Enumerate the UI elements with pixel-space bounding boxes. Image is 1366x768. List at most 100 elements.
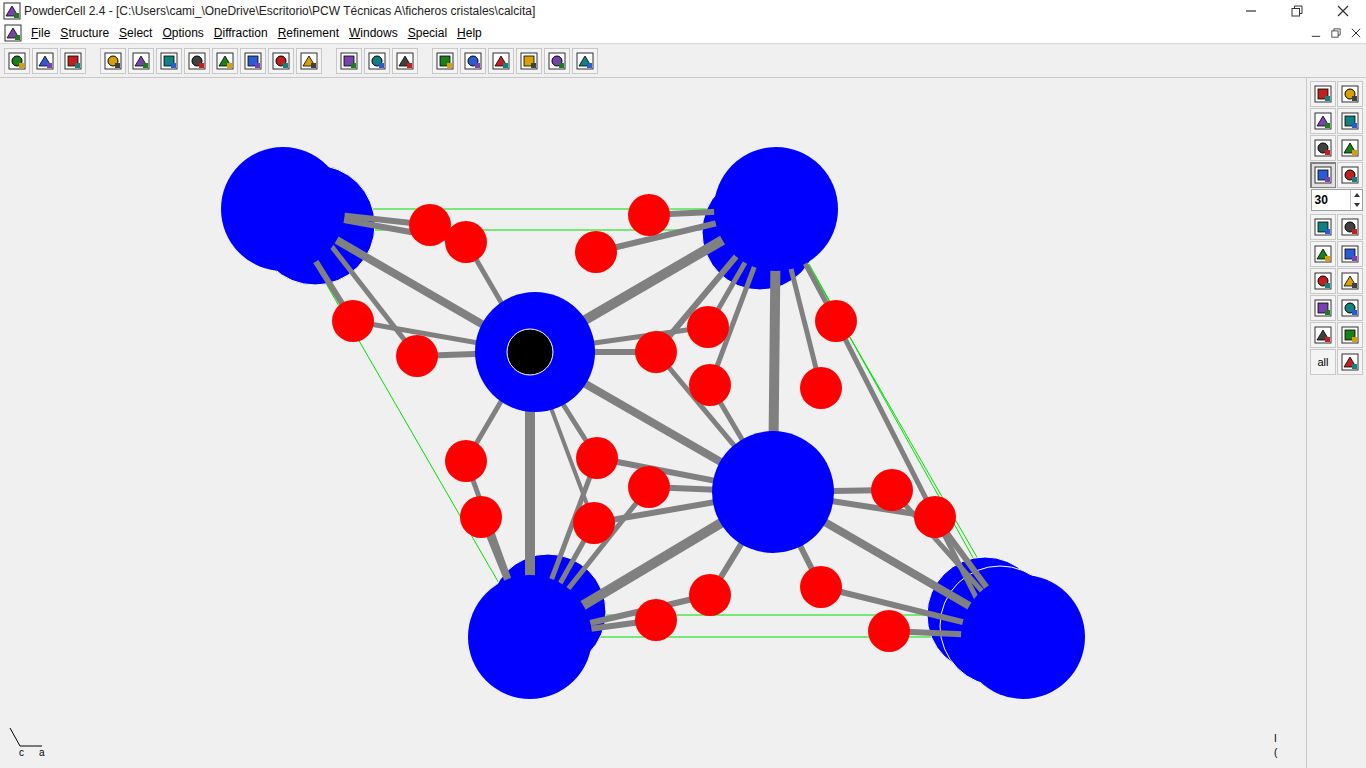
- tool-icon: [35, 51, 55, 71]
- oxygen-atom[interactable]: [800, 367, 842, 409]
- calcium-atom[interactable]: [468, 575, 592, 699]
- toolbar-button[interactable]: [1310, 214, 1336, 240]
- oxygen-atom[interactable]: [689, 574, 731, 616]
- toolbar-button[interactable]: [1337, 268, 1363, 294]
- tool-icon: [1313, 298, 1333, 318]
- up-arrow-icon[interactable]: [1351, 190, 1363, 200]
- oxygen-atom[interactable]: [628, 466, 670, 508]
- toolbar-button[interactable]: [1310, 135, 1336, 161]
- toolbar-button[interactable]: [1337, 81, 1363, 107]
- toolbar-button[interactable]: [544, 48, 570, 74]
- toolbar-button[interactable]: [156, 48, 182, 74]
- oxygen-atom[interactable]: [815, 300, 857, 342]
- toolbar: [0, 44, 1366, 78]
- toolbar-button[interactable]: [1310, 108, 1336, 134]
- structure-canvas[interactable]: caI(: [0, 78, 1306, 768]
- toolbar-button[interactable]: [460, 48, 486, 74]
- toolbar-button[interactable]: [488, 48, 514, 74]
- toolbar-button[interactable]: [1310, 162, 1336, 188]
- close-button[interactable]: [1320, 0, 1366, 22]
- toolbar-button[interactable]: [184, 48, 210, 74]
- toolbar-button[interactable]: [432, 48, 458, 74]
- toolbar-button[interactable]: [1337, 349, 1363, 375]
- toolbar-button[interactable]: [212, 48, 238, 74]
- menu-item[interactable]: Help: [452, 24, 487, 42]
- toolbar-button[interactable]: [1310, 322, 1336, 348]
- toolbar-button[interactable]: [296, 48, 322, 74]
- menu-item[interactable]: Diffraction: [209, 24, 273, 42]
- tool-icon: [463, 51, 483, 71]
- toolbar-button[interactable]: [1310, 268, 1336, 294]
- toolbar-button[interactable]: [336, 48, 362, 74]
- oxygen-atom[interactable]: [914, 496, 956, 538]
- oxygen-atom[interactable]: [575, 231, 617, 273]
- toolbar-button[interactable]: [4, 48, 30, 74]
- toolbar-button[interactable]: [364, 48, 390, 74]
- oxygen-atom[interactable]: [396, 335, 438, 377]
- oxygen-atom[interactable]: [576, 437, 618, 479]
- oxygen-atom[interactable]: [635, 599, 677, 641]
- oxygen-atom[interactable]: [628, 194, 670, 236]
- toolbar-button[interactable]: [392, 48, 418, 74]
- oxygen-atom[interactable]: [635, 331, 677, 373]
- oxygen-atom[interactable]: [868, 610, 910, 652]
- all-button[interactable]: all: [1310, 349, 1336, 375]
- toolbar-button[interactable]: [1310, 81, 1336, 107]
- restore-button[interactable]: [1326, 24, 1346, 42]
- toolbar-button[interactable]: [1337, 135, 1363, 161]
- tool-icon: [159, 51, 179, 71]
- oxygen-atom[interactable]: [332, 300, 374, 342]
- status-mark: I: [1274, 732, 1277, 746]
- calcium-atom[interactable]: [221, 147, 345, 271]
- tool-icon: [1313, 111, 1333, 131]
- toolbar-button[interactable]: [268, 48, 294, 74]
- restore-button[interactable]: [1274, 0, 1320, 22]
- toolbar-button[interactable]: [1337, 162, 1363, 188]
- toolbar-button[interactable]: [1337, 214, 1363, 240]
- oxygen-atom[interactable]: [800, 566, 842, 608]
- menu-item[interactable]: Windows: [344, 24, 403, 42]
- toolbar-button[interactable]: [1337, 108, 1363, 134]
- toolbar-button[interactable]: [128, 48, 154, 74]
- minimize-button[interactable]: [1306, 24, 1326, 42]
- oxygen-atom[interactable]: [445, 221, 487, 263]
- oxygen-atom[interactable]: [573, 502, 615, 544]
- menu-item[interactable]: Refinement: [273, 24, 344, 42]
- toolbar-button[interactable]: [60, 48, 86, 74]
- tool-icon: [103, 51, 123, 71]
- toolbar-button[interactable]: [1337, 322, 1363, 348]
- toolbar-group: [432, 48, 598, 74]
- oxygen-atom[interactable]: [445, 440, 487, 482]
- toolbar-button[interactable]: [516, 48, 542, 74]
- oxygen-atom[interactable]: [689, 364, 731, 406]
- toolbar-button[interactable]: [240, 48, 266, 74]
- menu-item[interactable]: Structure: [55, 24, 114, 42]
- calcium-atom[interactable]: [961, 575, 1085, 699]
- menu-item[interactable]: Special: [403, 24, 452, 42]
- close-button[interactable]: [1346, 24, 1366, 42]
- menu-item[interactable]: File: [26, 24, 55, 42]
- toolbar-button[interactable]: [1337, 241, 1363, 267]
- down-arrow-icon[interactable]: [1351, 200, 1363, 210]
- toolbar-button[interactable]: [32, 48, 58, 74]
- menu-item[interactable]: Options: [157, 24, 208, 42]
- oxygen-atom[interactable]: [460, 496, 502, 538]
- minimize-button[interactable]: [1228, 0, 1274, 22]
- toolbar-button[interactable]: [1310, 295, 1336, 321]
- oxygen-atom[interactable]: [871, 469, 913, 511]
- toolbar-button[interactable]: [1310, 241, 1336, 267]
- spin-field[interactable]: 30: [1311, 189, 1363, 211]
- carbon-atom[interactable]: [507, 329, 553, 375]
- oxygen-atom[interactable]: [687, 306, 729, 348]
- toolbar-button[interactable]: [1337, 295, 1363, 321]
- toolbar-button[interactable]: [100, 48, 126, 74]
- toolbar-button[interactable]: [572, 48, 598, 74]
- calcium-atom[interactable]: [712, 431, 834, 553]
- oxygen-atom[interactable]: [409, 204, 451, 246]
- menu-bar: FileStructureSelectOptionsDiffractionRef…: [0, 22, 1366, 44]
- tool-icon: [491, 51, 511, 71]
- calcium-atom[interactable]: [714, 147, 838, 271]
- crystal-structure[interactable]: [0, 78, 1306, 768]
- calcium-atom[interactable]: [475, 292, 595, 412]
- menu-item[interactable]: Select: [114, 24, 157, 42]
